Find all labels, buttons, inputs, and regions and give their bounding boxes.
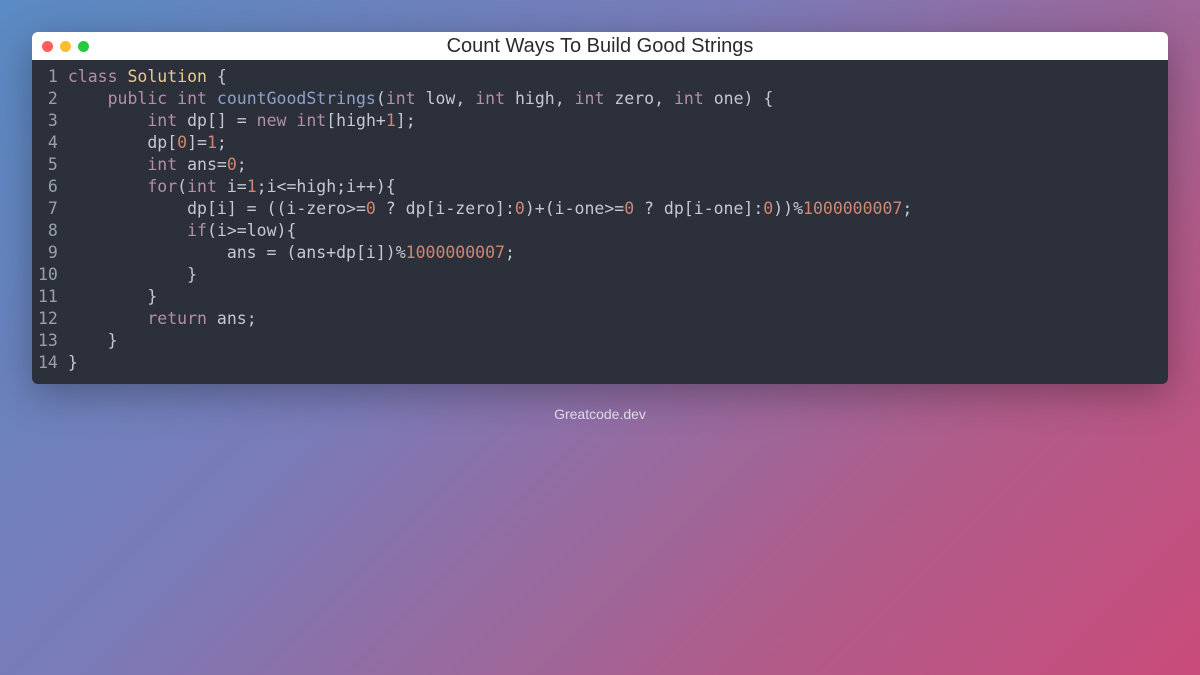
close-icon[interactable] xyxy=(42,41,53,52)
code-window: Count Ways To Build Good Strings 1 2 3 4… xyxy=(32,32,1168,384)
code-line: return ans; xyxy=(68,309,257,328)
code-line: } xyxy=(68,287,157,306)
traffic-lights xyxy=(42,41,89,52)
code-line: class Solution { xyxy=(68,67,227,86)
minimize-icon[interactable] xyxy=(60,41,71,52)
code-line: } xyxy=(68,331,118,350)
window-title: Count Ways To Build Good Strings xyxy=(32,35,1168,58)
line-number-gutter: 1 2 3 4 5 6 7 8 9 10 11 12 13 14 xyxy=(32,66,68,374)
code-content[interactable]: class Solution { public int countGoodStr… xyxy=(68,66,912,374)
code-line: ans = (ans+dp[i])%1000000007; xyxy=(68,243,515,262)
code-line: dp[i] = ((i-zero>=0 ? dp[i-zero]:0)+(i-o… xyxy=(68,199,912,218)
titlebar: Count Ways To Build Good Strings xyxy=(32,32,1168,60)
code-line: dp[0]=1; xyxy=(68,133,227,152)
code-line: } xyxy=(68,353,78,372)
code-line: for(int i=1;i<=high;i++){ xyxy=(68,177,396,196)
code-line: public int countGoodStrings(int low, int… xyxy=(68,89,773,108)
watermark-text: Greatcode.dev xyxy=(0,406,1200,422)
code-area: 1 2 3 4 5 6 7 8 9 10 11 12 13 14 class S… xyxy=(32,60,1168,384)
code-line: int ans=0; xyxy=(68,155,247,174)
code-line: } xyxy=(68,265,197,284)
code-line: int dp[] = new int[high+1]; xyxy=(68,111,416,130)
code-line: if(i>=low){ xyxy=(68,221,297,240)
maximize-icon[interactable] xyxy=(78,41,89,52)
